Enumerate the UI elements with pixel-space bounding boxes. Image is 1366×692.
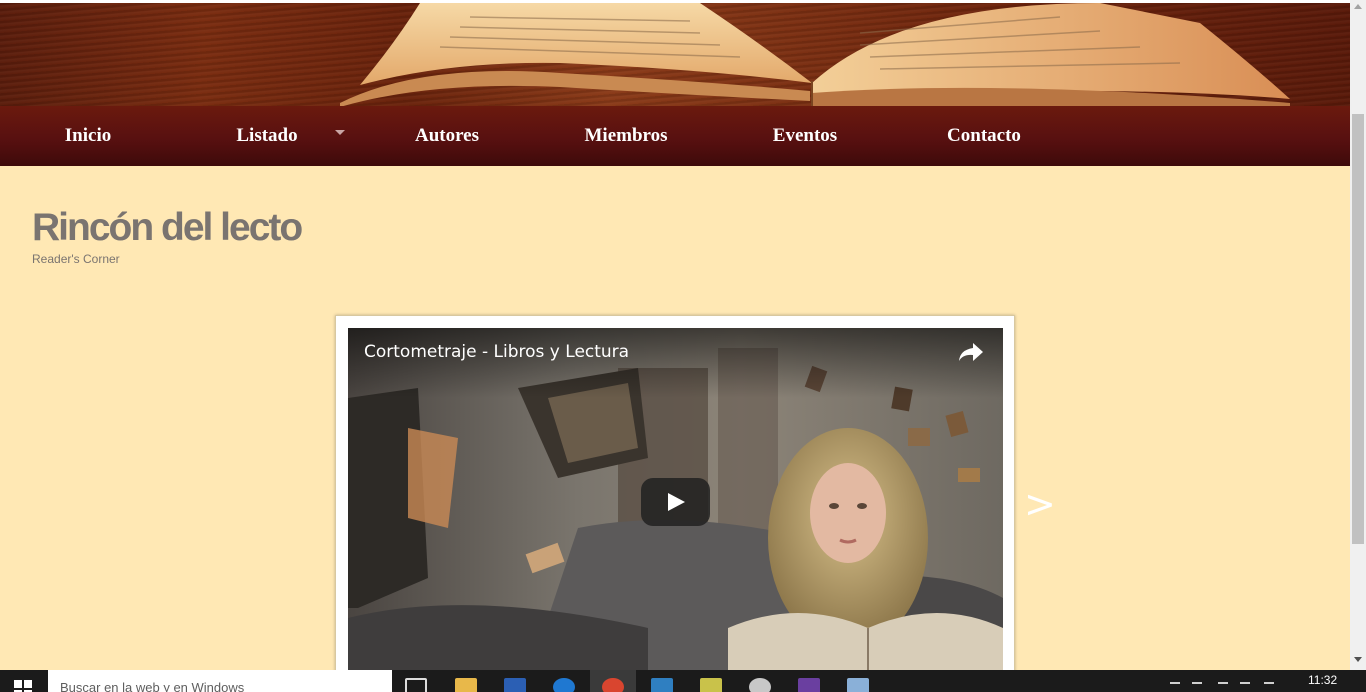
edge-icon[interactable]: [553, 678, 575, 692]
chrome-icon[interactable]: [602, 678, 624, 692]
scroll-down-icon[interactable]: [1354, 657, 1362, 662]
taskbar-search-input[interactable]: Buscar en la web y en Windows: [48, 670, 392, 692]
chevron-down-icon[interactable]: [335, 130, 345, 135]
tray-wifi-icon[interactable]: [1218, 682, 1228, 690]
scroll-thumb[interactable]: [1352, 114, 1364, 544]
video-card: Cortometraje - Libros y Lectura: [335, 315, 1015, 685]
nav-item-eventos[interactable]: Eventos: [745, 106, 865, 166]
main-nav: Inicio Listado Autores Miembros Eventos …: [0, 106, 1350, 166]
site-title: Rincón del lecto: [32, 206, 303, 249]
taskbar-clock[interactable]: 11:32: [1308, 673, 1337, 687]
carousel-next-button[interactable]: >: [1024, 482, 1056, 526]
site-subtitle: Reader's Corner: [32, 252, 120, 266]
tray-volume-icon[interactable]: [1240, 682, 1250, 690]
folder-icon[interactable]: [700, 678, 722, 692]
app-icon[interactable]: [798, 678, 820, 692]
file-explorer-icon[interactable]: [455, 678, 477, 692]
nav-item-inicio[interactable]: Inicio: [28, 106, 148, 166]
task-view-icon[interactable]: [405, 678, 427, 692]
scroll-up-icon[interactable]: [1354, 4, 1362, 9]
nav-item-listado[interactable]: Listado: [207, 106, 327, 166]
nav-item-miembros[interactable]: Miembros: [566, 106, 686, 166]
page-scrollbar[interactable]: [1350, 0, 1366, 670]
open-book-image: [340, 3, 1290, 106]
windows-taskbar: Buscar en la web y en Windows 11:32: [0, 670, 1366, 692]
tray-notification-icon[interactable]: [1264, 682, 1274, 690]
word-icon[interactable]: [504, 678, 526, 692]
tray-chevron-icon[interactable]: [1170, 682, 1180, 690]
tray-network-icon[interactable]: [1192, 682, 1202, 690]
app-icon[interactable]: [749, 678, 771, 692]
share-icon[interactable]: [957, 340, 985, 364]
app-icon[interactable]: [651, 678, 673, 692]
nav-item-contacto[interactable]: Contacto: [924, 106, 1044, 166]
video-title[interactable]: Cortometraje - Libros y Lectura: [364, 342, 629, 362]
app-icon[interactable]: [847, 678, 869, 692]
header-banner: [0, 0, 1350, 106]
video-player[interactable]: Cortometraje - Libros y Lectura: [348, 328, 1003, 678]
play-button[interactable]: [641, 478, 710, 526]
play-icon: [668, 493, 685, 511]
windows-start-icon[interactable]: [14, 680, 32, 692]
nav-item-autores[interactable]: Autores: [387, 106, 507, 166]
